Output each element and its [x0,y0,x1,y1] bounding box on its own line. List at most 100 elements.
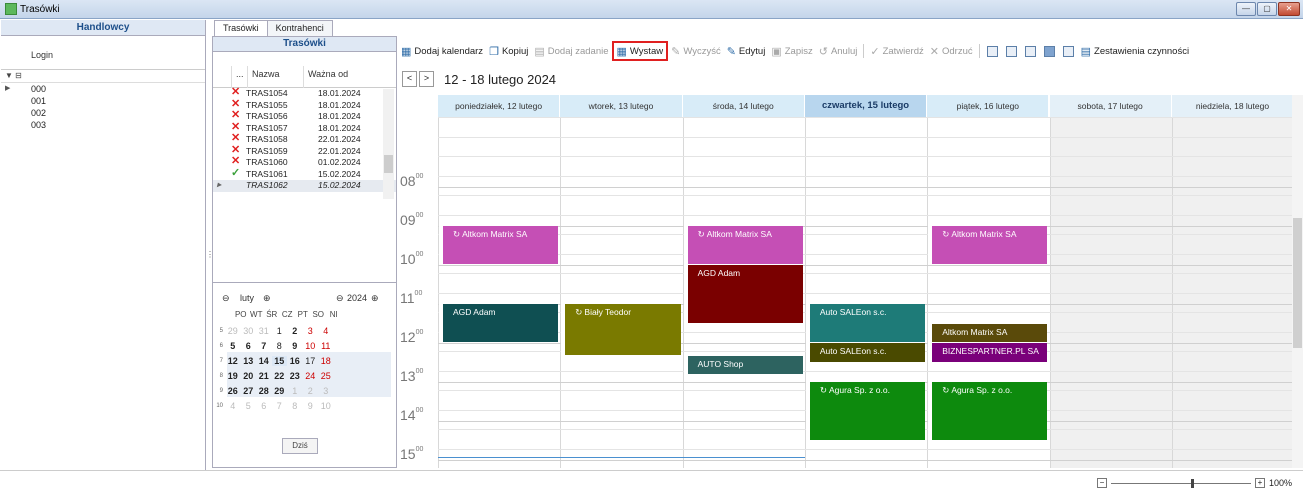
day-header[interactable]: środa, 14 lutego [682,95,805,117]
edit-button[interactable]: ✎ Edytuj [724,41,769,61]
approve-button[interactable]: ✓ Zatwierdź [867,41,926,61]
issue-button[interactable]: ▦ Wystaw [611,41,669,61]
valid-from-column-header[interactable]: Ważna od [303,66,375,88]
today-button[interactable]: Dziś [282,438,318,454]
view-workweek-button[interactable] [1005,45,1017,57]
calendar-day[interactable]: 1 [287,386,303,396]
calendar-day[interactable]: 26 [225,386,241,396]
day-header[interactable]: piątek, 16 lutego [927,95,1050,117]
calendar-day[interactable]: 27 [241,386,257,396]
reject-button[interactable]: ✕ Odrzuć [927,41,976,61]
maximize-button[interactable]: ▢ [1257,2,1277,16]
appointment[interactable]: AUTO Shop [683,355,803,375]
salesperson-row[interactable]: 002 [1,107,205,119]
clear-button[interactable]: ✎ Wyczyść [668,41,724,61]
appointment[interactable]: ↻ Agura Sp. z o.o. [805,382,926,440]
prev-week-button[interactable]: < [402,71,417,87]
calendar-day[interactable]: 29 [272,386,288,396]
appointment[interactable]: BIZNESPARTNER.PL SA [928,343,1048,362]
appointment[interactable]: ↻ Biały Teodor [561,304,681,355]
calendar-day[interactable]: 29 [225,326,241,336]
salesperson-row[interactable]: ▶ 000 [1,83,205,95]
year-next-button[interactable]: ⊕ [371,293,379,304]
filter-row[interactable]: ▼ ⊟ [1,70,205,83]
day-header[interactable]: sobota, 17 lutego [1049,95,1172,117]
summary-button[interactable]: ▤ Zestawienia czynności [1078,41,1192,61]
day-header[interactable]: niedziela, 18 lutego [1171,95,1295,117]
zoom-in-button[interactable]: + [1255,478,1265,488]
month-prev-button[interactable]: ⊖ [222,293,230,304]
calendar-day[interactable]: 3 [303,326,319,336]
day-header[interactable]: wtorek, 13 lutego [560,95,683,117]
year-prev-button[interactable]: ⊖ [336,293,344,304]
salesperson-row[interactable]: 001 [1,95,205,107]
calendar-day[interactable]: 21 [256,371,272,381]
calendar-scroll-thumb[interactable] [1293,218,1302,348]
route-row[interactable]: ✕ TRAS1057 18.01.2024 [213,121,396,135]
route-row[interactable]: ✕ TRAS1056 18.01.2024 [213,110,396,123]
view-fullweek-button[interactable] [1043,45,1055,57]
appointment[interactable]: ↻ Agura Sp. z o.o. [928,382,1048,440]
minimize-button[interactable]: — [1236,2,1256,16]
calendar-day[interactable]: 23 [287,371,303,381]
close-button[interactable]: ✕ [1278,2,1300,16]
calendar-day[interactable]: 13 [241,356,257,366]
tab-kontrahenci[interactable]: Kontrahenci [266,20,333,36]
calendar-day[interactable]: 9 [287,341,303,351]
calendar-day[interactable]: 11 [318,341,334,351]
calendar-day[interactable]: 1 [272,326,288,336]
calendar-day[interactable]: 10 [303,341,319,351]
calendar-day[interactable]: 30 [241,326,257,336]
salesperson-row[interactable]: 003 [1,119,205,131]
appointment[interactable]: AGD Adam [683,265,803,323]
calendar-day[interactable]: 4 [225,401,241,411]
route-row[interactable]: ✕ TRAS1055 18.01.2024 [213,98,396,112]
appointment[interactable]: Altkom Matrix SA [928,323,1048,342]
appointment[interactable]: AGD Adam [439,304,559,342]
cancel-button[interactable]: ↺ Anuluj [816,41,861,61]
calendar-day[interactable]: 19 [225,371,241,381]
calendar-day[interactable]: 24 [303,371,319,381]
calendar-day[interactable]: 3 [318,386,334,396]
zoom-slider-thumb[interactable] [1191,478,1194,488]
appointment[interactable]: ↻ Altkom Matrix SA [439,226,559,264]
calendar-day[interactable]: 4 [318,326,334,336]
view-week-button[interactable] [1024,45,1036,57]
calendar-day[interactable]: 22 [272,371,288,381]
route-row[interactable]: ▸ TRAS1062 15.02.2024 [213,180,396,192]
route-row[interactable]: ✕ TRAS1059 22.01.2024 [213,144,396,158]
appointment[interactable]: ↻ Altkom Matrix SA [683,226,803,264]
calendar-day[interactable]: 15 [271,355,287,366]
calendar-day[interactable]: 20 [241,371,257,381]
calendar-day[interactable]: 5 [225,341,241,351]
day-header[interactable]: poniedziałek, 12 lutego [438,95,561,117]
zoom-out-button[interactable]: − [1097,478,1107,488]
appointment[interactable]: Auto SALEon s.c. [805,343,926,362]
calendar-day[interactable]: 6 [256,401,272,411]
calendar-day[interactable]: 16 [287,356,303,366]
calendar-day[interactable]: 12 [225,356,241,366]
route-row[interactable]: ✕ TRAS1060 01.02.2024 [213,156,396,169]
copy-button[interactable]: ❐ Kopiuj [486,41,531,61]
panel-splitter[interactable]: ⋮ [206,250,214,262]
month-next-button[interactable]: ⊕ [263,293,271,304]
add-calendar-button[interactable]: ▦ Dodaj kalendarz [398,41,486,61]
calendar-day[interactable]: 6 [241,341,257,351]
day-header[interactable]: czwartek, 15 lutego [804,95,928,117]
view-day-button[interactable] [986,45,998,57]
calendar-day[interactable]: 9 [303,401,319,411]
calendar-day[interactable]: 18 [318,356,334,366]
expand-icon[interactable]: ▶ [5,83,10,95]
calendar-day[interactable]: 8 [287,401,303,411]
route-row[interactable]: ✓ TRAS1061 15.02.2024 [213,167,396,181]
calendar-day[interactable]: 17 [303,356,319,366]
route-row[interactable]: ✕ TRAS1054 18.01.2024 [213,87,396,100]
route-row[interactable]: ✕ TRAS1058 22.01.2024 [213,133,396,146]
calendar-day[interactable]: 10 [318,401,334,411]
login-column-header[interactable]: Login [1,36,205,70]
add-task-button[interactable]: ▤ Dodaj zadanie [531,41,611,61]
calendar-day[interactable]: 5 [241,401,257,411]
next-week-button[interactable]: > [419,71,434,87]
ellipsis-column[interactable]: ... [231,66,247,88]
calendar-day[interactable]: 31 [256,326,272,336]
